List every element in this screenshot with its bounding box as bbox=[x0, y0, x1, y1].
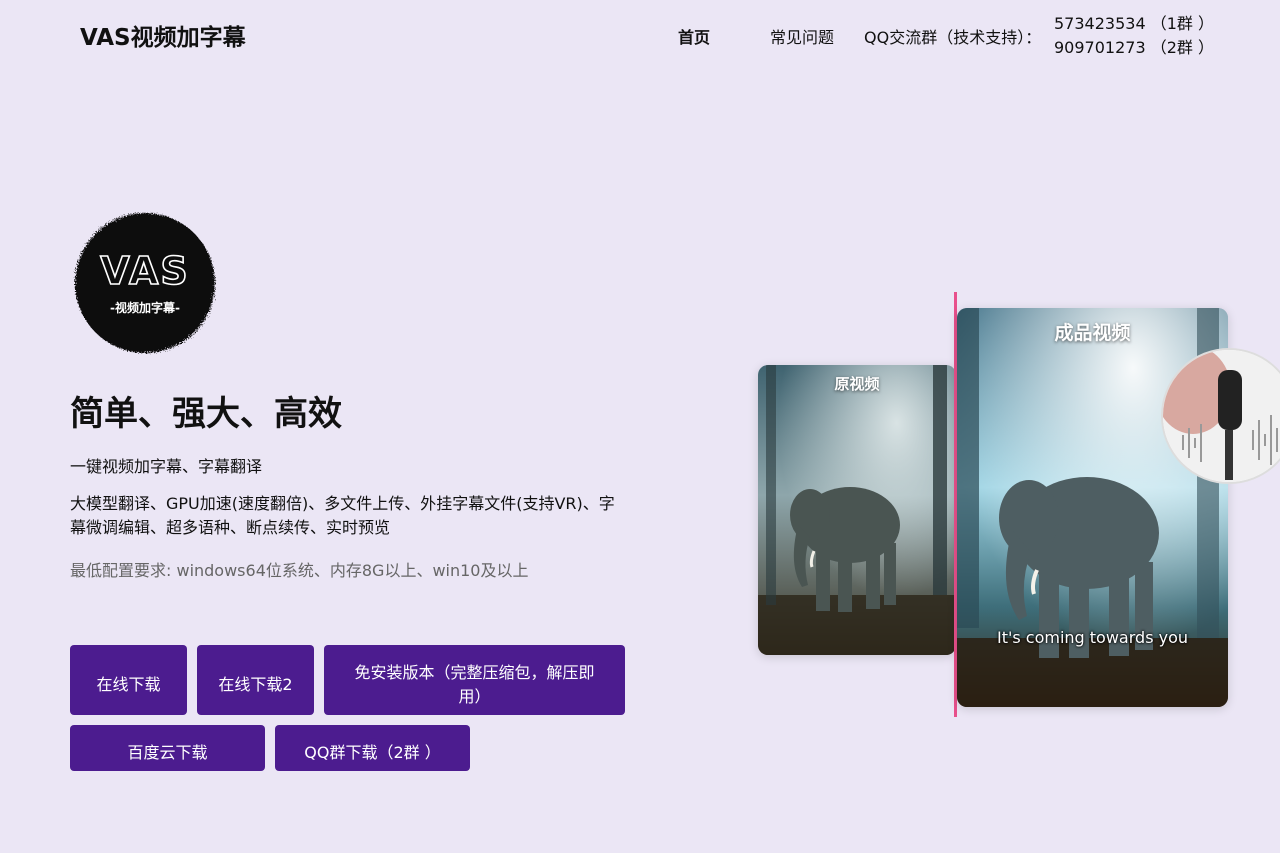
before-after-illustration: 原视频 成品视频 It's coming towards you bbox=[740, 285, 1280, 725]
final-video-label: 成品视频 bbox=[1054, 322, 1131, 344]
hero-subtitle: 一键视频加字幕、字幕翻译 bbox=[70, 457, 263, 476]
portable-version-button[interactable]: 免安装版本（完整压缩包，解压即用） bbox=[324, 645, 625, 715]
page: VAS视频加字幕 首页 常见问题 QQ交流群（技术支持）： 573423534 … bbox=[0, 0, 1280, 853]
original-video-card: 原视频 bbox=[758, 365, 956, 655]
baidu-cloud-download-button[interactable]: 百度云下载 bbox=[70, 725, 265, 771]
site-header: VAS视频加字幕 首页 常见问题 QQ交流群（技术支持）： 573423534 … bbox=[0, 0, 1280, 70]
qq-group-2: 909701273 （2群 ） bbox=[1054, 38, 1214, 57]
vas-logo: VAS -视频加字幕- bbox=[72, 208, 218, 358]
qq-group-label: QQ交流群（技术支持）： bbox=[864, 28, 1042, 47]
brand-title[interactable]: VAS视频加字幕 bbox=[80, 18, 246, 52]
qq-group-download-button[interactable]: QQ群下载（2群 ） bbox=[275, 725, 470, 771]
download-online-2-button[interactable]: 在线下载2 bbox=[197, 645, 314, 715]
download-online-button[interactable]: 在线下载 bbox=[70, 645, 187, 715]
original-video-label: 原视频 bbox=[834, 375, 880, 393]
nav-faq-link[interactable]: 常见问题 bbox=[770, 24, 834, 48]
hero-features: 大模型翻译、GPU加速(速度翻倍)、多文件上传、外挂字幕文件(支持VR)、字幕微… bbox=[70, 494, 615, 537]
nav-home-link[interactable]: 首页 bbox=[678, 24, 710, 48]
logo-subtext: -视频加字幕- bbox=[110, 300, 180, 315]
burned-in-subtitle: It's coming towards you bbox=[996, 628, 1189, 647]
qq-group-1: 573423534 （1群 ） bbox=[1054, 14, 1214, 33]
hero-headline: 简单、强大、高效 bbox=[70, 394, 342, 434]
qq-group-numbers: 573423534 （1群 ） 909701273 （2群 ） bbox=[1054, 12, 1214, 60]
logo-text: VAS bbox=[100, 249, 190, 293]
system-requirements: 最低配置要求: windows64位系统、内存8G以上、win10及以上 bbox=[70, 561, 529, 580]
